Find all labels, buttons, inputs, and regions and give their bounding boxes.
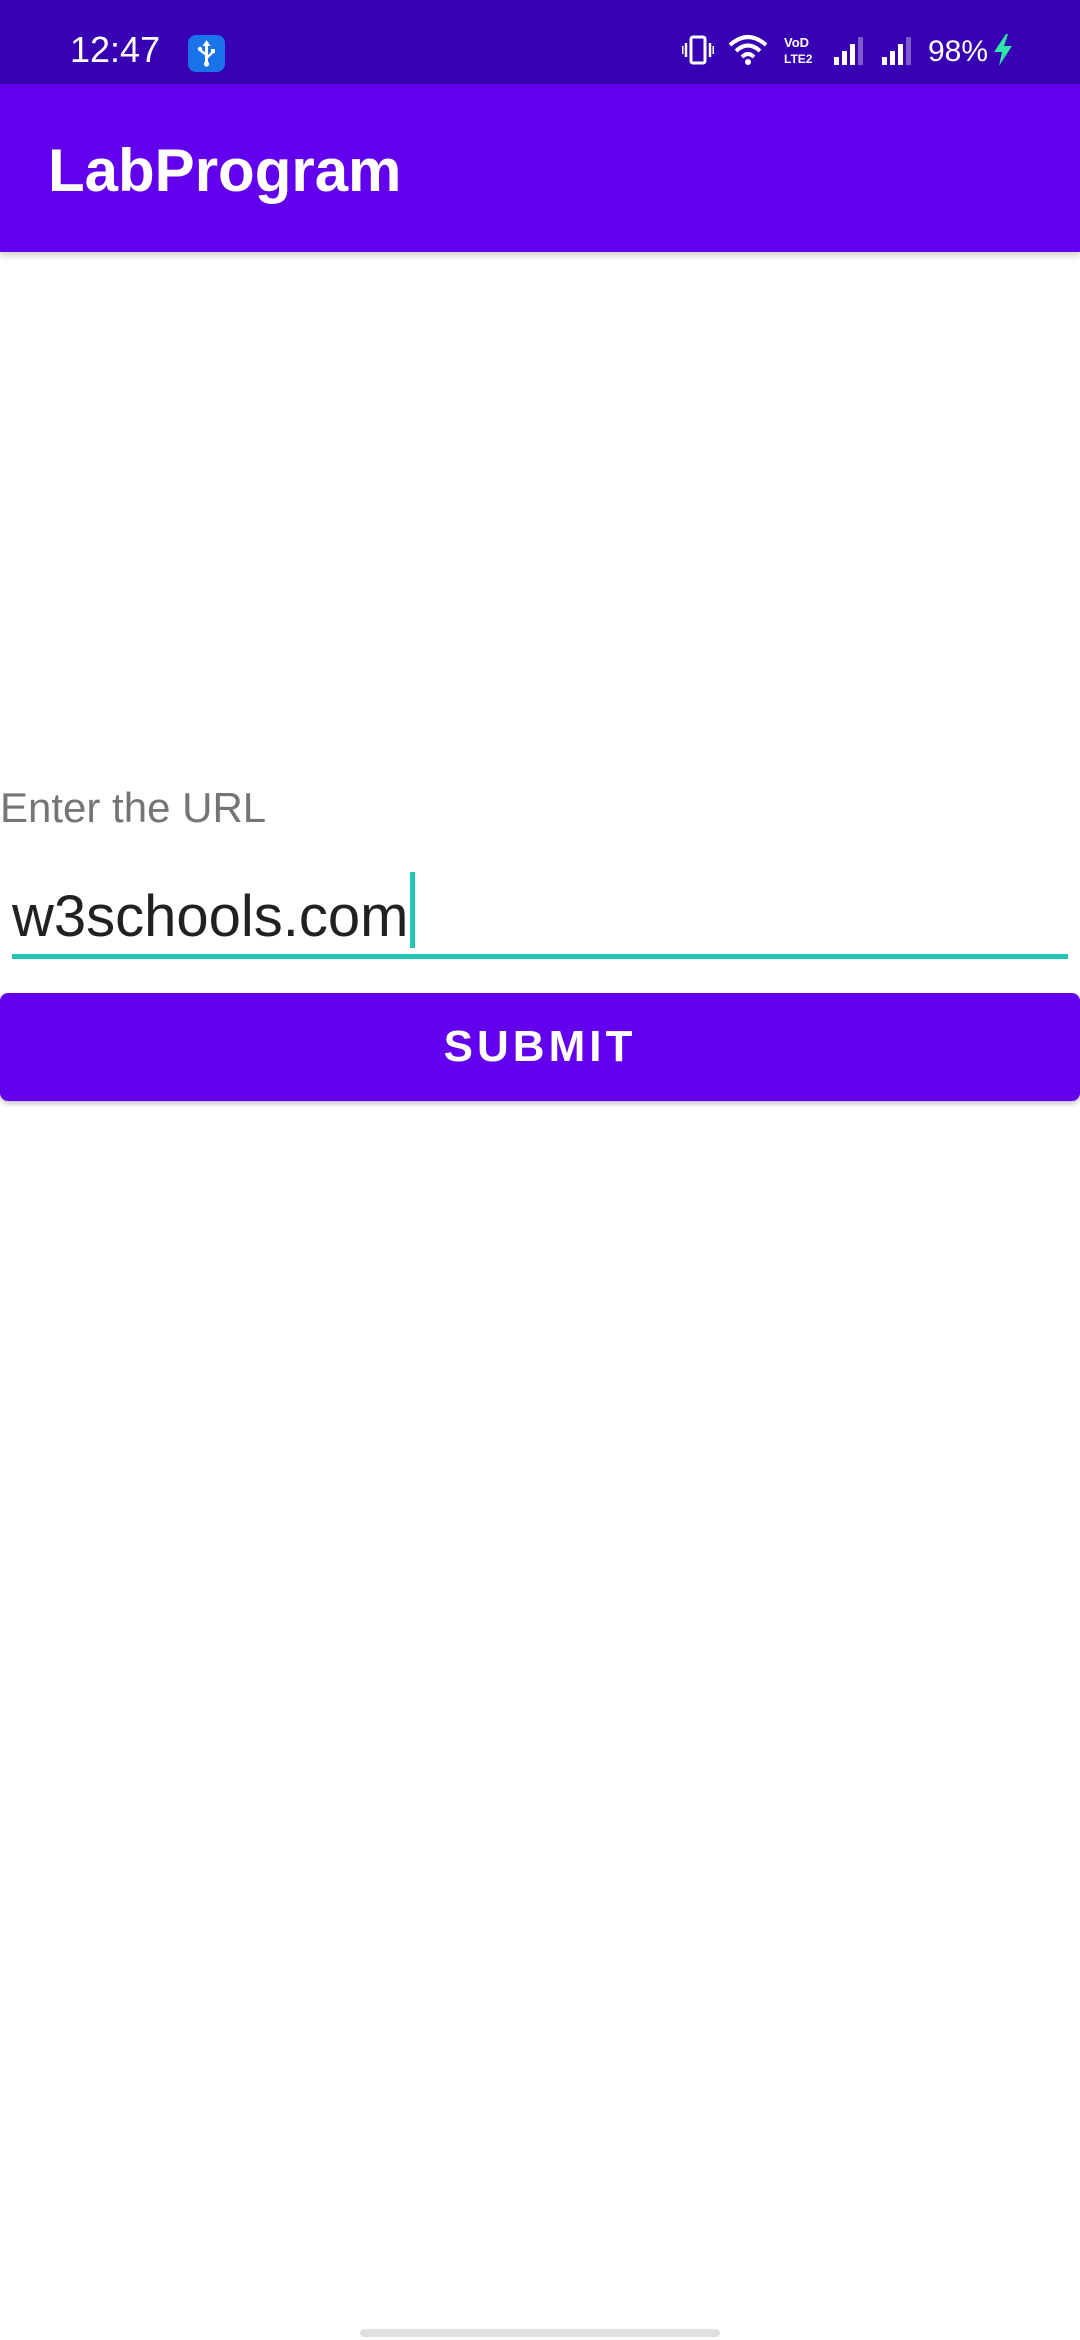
status-icons: VoD LTE2 98% <box>668 30 1014 74</box>
app-bar: LabProgram <box>0 84 1080 252</box>
submit-button[interactable]: SUBMIT <box>0 993 1080 1101</box>
url-label: Enter the URL <box>0 784 267 831</box>
url-input-value: w3schools.com <box>12 884 409 949</box>
battery-percentage: 98% <box>927 35 988 68</box>
screen: 12:47 VoD LTE2 98% LabProgram Enter the … <box>0 0 1080 2340</box>
url-input-value-wrapper: w3schools.com <box>12 872 416 952</box>
usb-debugging-icon <box>188 35 225 72</box>
signal-icon <box>880 33 914 72</box>
volte-icon: VoD LTE2 <box>782 33 818 72</box>
gesture-nav-bar[interactable] <box>360 2329 720 2337</box>
text-cursor <box>410 872 416 948</box>
url-input[interactable]: w3schools.com <box>12 862 1068 959</box>
svg-text:LTE2: LTE2 <box>784 52 813 66</box>
svg-text:VoD: VoD <box>784 35 809 50</box>
status-bar: 12:47 VoD LTE2 98% <box>0 0 1080 84</box>
signal-icon <box>832 33 866 72</box>
wifi-icon <box>728 33 768 72</box>
submit-button-label: SUBMIT <box>443 1022 637 1071</box>
app-title: LabProgram <box>48 137 402 204</box>
vibrate-icon <box>681 33 715 72</box>
charging-bolt-icon <box>992 33 1014 72</box>
status-time: 12:47 <box>70 29 161 70</box>
